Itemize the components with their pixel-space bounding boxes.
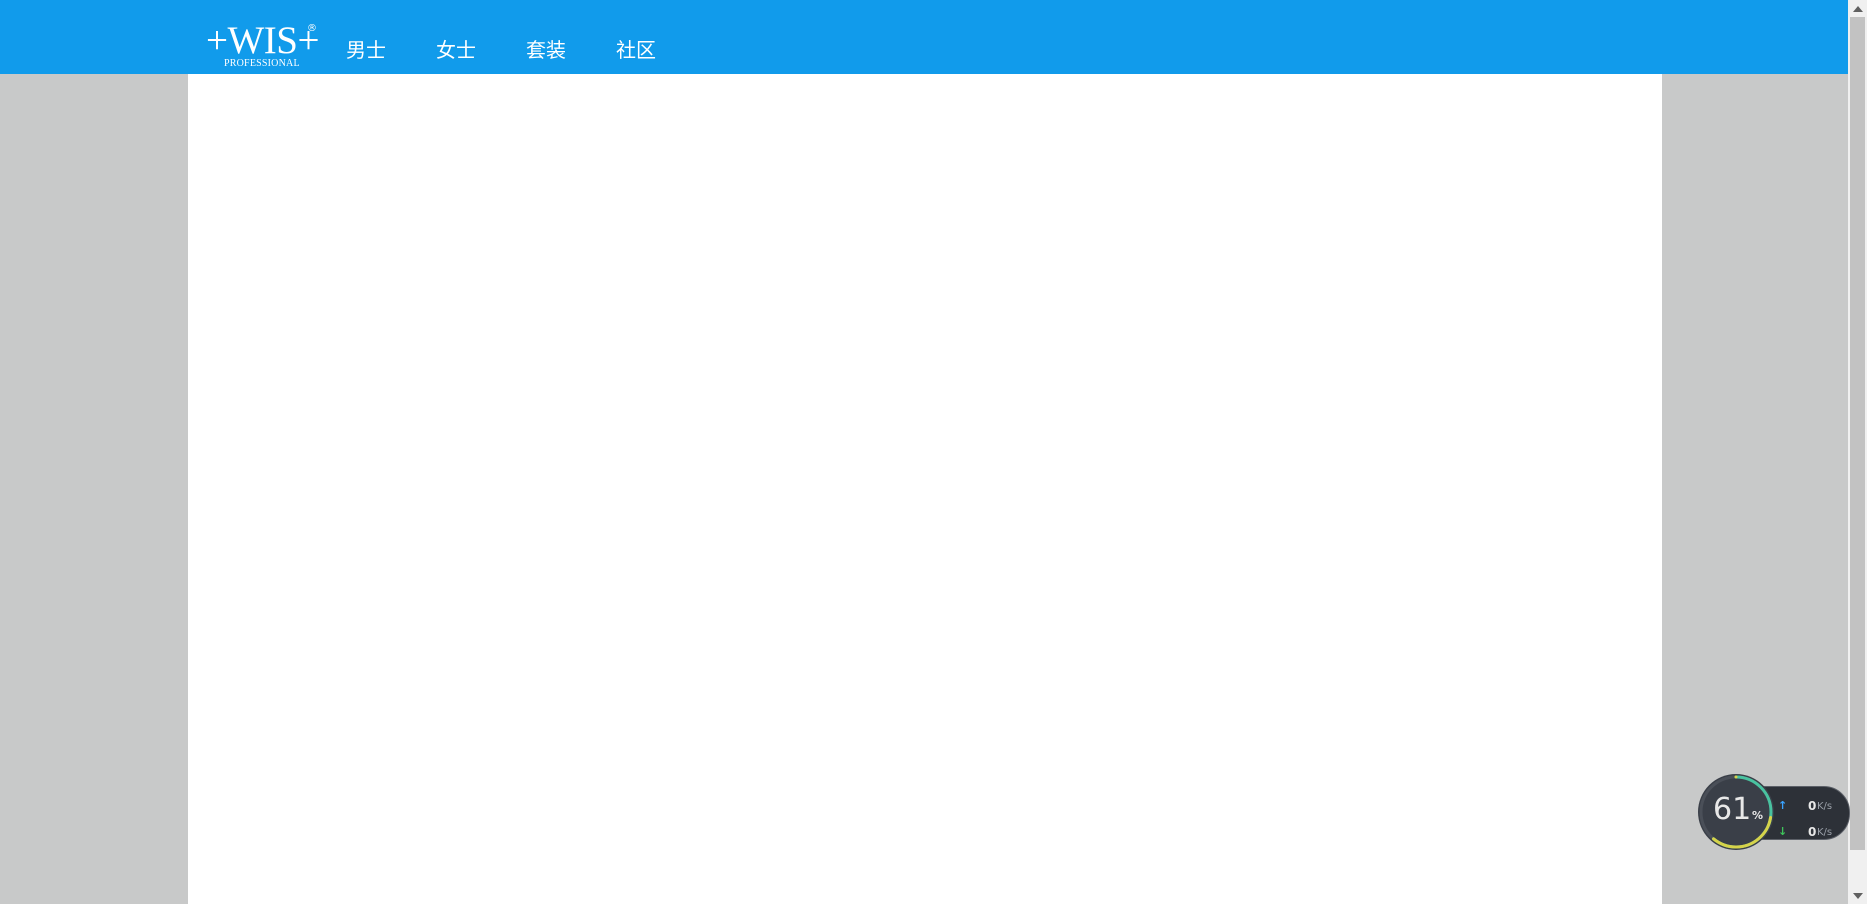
percent-sign: % xyxy=(1752,809,1764,822)
scroll-up-button[interactable] xyxy=(1848,0,1867,17)
download-speed-unit: K/s xyxy=(1817,827,1833,838)
scroll-down-button[interactable] xyxy=(1848,887,1867,904)
logo-wordmark: +WIS+ xyxy=(206,19,319,62)
top-navigation-bar: +WIS+ ® PROFESSIONAL 男士 女士 套装 社区 xyxy=(0,0,1848,74)
nav-item-community[interactable]: 社区 xyxy=(616,36,656,66)
upload-speed-value: 0 xyxy=(1808,799,1817,813)
download-speed-row: ↓ 0 K/s xyxy=(1778,825,1844,839)
network-speed-widget[interactable]: ↑ 0 K/s ↓ 0 K/s 61 % xyxy=(1698,774,1850,850)
main-content-area xyxy=(188,74,1662,904)
browser-page: +WIS+ ® PROFESSIONAL 男士 女士 套装 社区 ↑ 0 K/s… xyxy=(0,0,1867,904)
scroll-up-arrow-icon xyxy=(1852,5,1863,12)
nav-item-women[interactable]: 女士 xyxy=(436,36,476,66)
memory-usage-gauge[interactable]: 61 % xyxy=(1698,774,1774,850)
nav-item-men[interactable]: 男士 xyxy=(346,36,386,66)
upload-speed-row: ↑ 0 K/s xyxy=(1778,799,1844,813)
upload-speed-unit: K/s xyxy=(1817,801,1833,812)
memory-percent-value: 61 xyxy=(1713,792,1752,827)
registered-mark: ® xyxy=(307,23,317,34)
arrow-up-icon: ↑ xyxy=(1778,799,1788,812)
scroll-down-arrow-icon xyxy=(1852,892,1863,899)
arrow-down-icon: ↓ xyxy=(1778,825,1788,838)
main-nav: 男士 女士 套装 社区 xyxy=(346,36,706,66)
scrollbar-thumb[interactable] xyxy=(1850,17,1865,850)
download-speed-value: 0 xyxy=(1808,825,1817,839)
vertical-scrollbar[interactable] xyxy=(1848,0,1867,904)
brand-logo[interactable]: +WIS+ ® PROFESSIONAL xyxy=(206,19,319,72)
logo-subtitle: PROFESSIONAL xyxy=(224,58,300,69)
nav-item-sets[interactable]: 套装 xyxy=(526,36,566,66)
